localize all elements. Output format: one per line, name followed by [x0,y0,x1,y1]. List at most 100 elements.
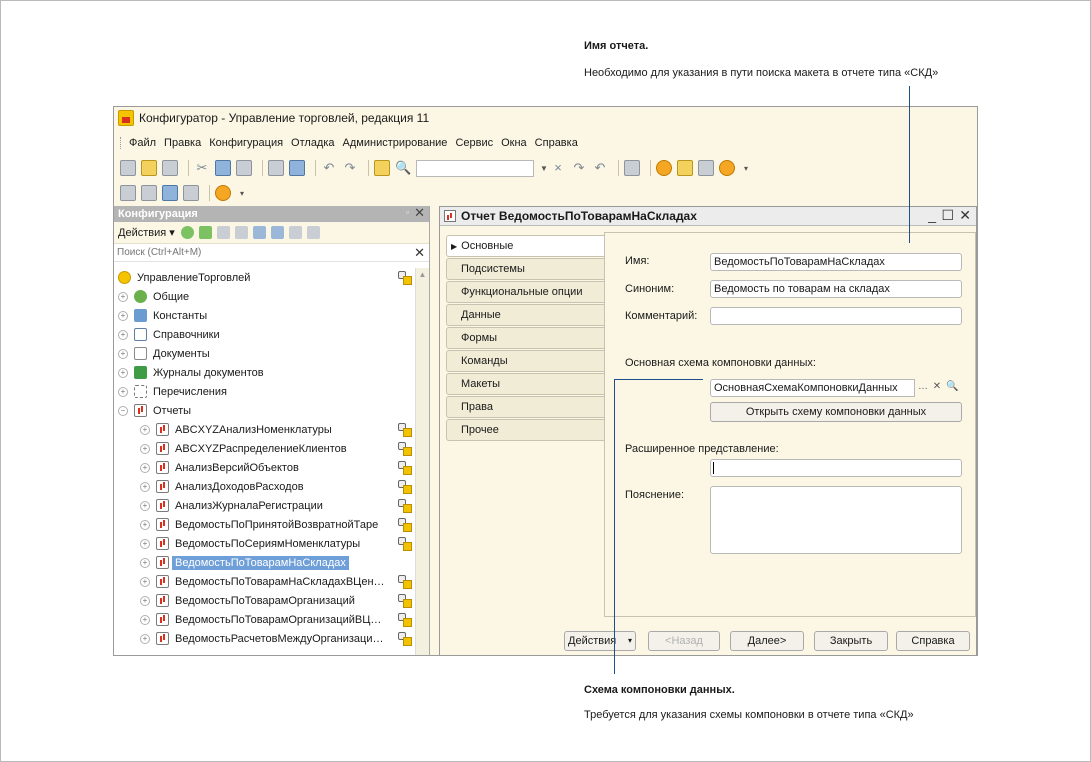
save-icon[interactable] [162,160,178,176]
synonym-field[interactable]: Ведомость по товарам на складах [710,280,962,298]
tree-item[interactable]: + ВедомостьПоТоварамОрганизацийВЦ… [114,610,416,629]
find-in-tree-icon[interactable]: 🔍 [395,160,411,176]
close-icon[interactable]: ✕ [414,206,425,221]
tree-item[interactable]: + Справочники [114,325,416,344]
toolbar-search-combo[interactable] [416,159,534,177]
print-icon[interactable] [268,160,284,176]
help-button[interactable]: Справка [896,631,970,651]
expand-icon[interactable]: + [140,481,150,492]
copy-icon[interactable] [216,226,230,239]
chevron-down-icon[interactable]: ▾ [740,160,752,177]
comment-field[interactable] [710,307,962,325]
find-next-icon[interactable]: ↷ [571,160,587,176]
chevron-down-icon[interactable]: ▼ [538,160,550,177]
tree-item[interactable]: + ABCXYZАнализНоменклатуры [114,420,416,439]
pin-icon[interactable]: ▫ [406,207,409,217]
tree-item[interactable]: + АнализДоходовРасходов [114,477,416,496]
wizard-icon[interactable] [656,160,672,176]
tab-functional-options[interactable]: Функциональные опции [446,281,604,303]
menu-help[interactable]: Справка [535,137,578,149]
help-search-icon[interactable] [677,160,693,176]
search-icon[interactable]: 🔍 [946,379,958,397]
expand-icon[interactable]: + [140,557,150,568]
tree-scrollbar[interactable]: ▲ [415,268,429,655]
menu-configuration[interactable]: Конфигурация [209,137,283,149]
expand-icon[interactable]: + [140,462,150,473]
back-button[interactable]: <Назад [648,631,720,651]
extended-presentation-field[interactable] [710,459,962,477]
filter-icon[interactable] [306,226,320,239]
expand-icon[interactable]: + [118,348,128,359]
tab-forms[interactable]: Формы [446,327,604,349]
new-icon[interactable] [120,160,136,176]
tab-rights[interactable]: Права [446,396,604,418]
maximize-icon[interactable]: ☐ [941,207,954,224]
info-icon[interactable] [719,160,735,176]
name-field[interactable]: ВедомостьПоТоварамНаСкладах [710,253,962,271]
tree-item[interactable]: + ABCXYZРаспределениеКлиентов [114,439,416,458]
tab-data[interactable]: Данные [446,304,604,326]
help-book-icon[interactable] [698,160,714,176]
expand-icon[interactable]: + [140,443,150,454]
undo-icon[interactable]: ↶ [321,160,337,176]
menu-file[interactable]: Файл [129,137,156,149]
move-down-icon[interactable] [270,226,284,239]
actions-button[interactable]: Действия ▾ [564,631,636,651]
find-prev-icon[interactable]: ↶ [592,160,608,176]
close-button[interactable]: Закрыть [814,631,888,651]
expand-icon[interactable]: + [118,310,128,321]
select-dots-icon[interactable]: … [917,379,929,397]
expand-icon[interactable]: + [118,329,128,340]
calc-icon[interactable] [141,185,157,201]
move-up-icon[interactable] [252,226,266,239]
scroll-up-icon[interactable]: ▲ [416,270,429,279]
configuration-search-input[interactable] [114,247,404,258]
tree-item[interactable]: + Константы [114,306,416,325]
tree-item[interactable]: + Перечисления [114,382,416,401]
tab-other[interactable]: Прочее [446,419,604,441]
add-icon[interactable] [180,226,194,239]
table-icon[interactable] [183,185,199,201]
close-icon[interactable]: ✕ [959,207,971,224]
next-button[interactable]: Далее> [730,631,804,651]
open-dcs-button[interactable]: Открыть схему компоновки данных [710,402,962,422]
paste-icon[interactable] [236,160,252,176]
tree-item[interactable]: − Отчеты [114,401,416,420]
edit-icon[interactable] [198,226,212,239]
expand-icon[interactable]: + [118,367,128,378]
expand-icon[interactable]: + [118,291,128,302]
expand-icon[interactable]: + [140,424,150,435]
clear-icon[interactable]: ✕ [931,379,943,397]
actions-menu-button[interactable]: Действия ▾ [118,226,175,239]
tab-commands[interactable]: Команды [446,350,604,372]
tree-item[interactable]: + Общие [114,287,416,306]
tab-main[interactable]: ▶ Основные [446,235,604,257]
tree-item[interactable]: УправлениеТорговлей [114,268,416,287]
tab-subsystems[interactable]: Подсистемы [446,258,604,280]
explanation-field[interactable] [710,486,962,554]
clear-search-icon[interactable]: ✕ [414,245,425,261]
find-icon[interactable] [374,160,390,176]
tree-item[interactable]: + АнализЖурналаРегистрации [114,496,416,515]
menu-service[interactable]: Сервис [455,137,493,149]
minimize-icon[interactable]: _ [928,207,936,223]
copy-icon[interactable] [215,160,231,176]
menu-administration[interactable]: Администрирование [343,137,448,149]
module-icon[interactable] [120,185,136,201]
tree-item[interactable]: + Журналы документов [114,363,416,382]
tree-item[interactable]: + ВедомостьПоТоварамНаСкладахВЦен… [114,572,416,591]
preview-icon[interactable] [289,160,305,176]
tree-item[interactable]: + ВедомостьПоСериямНоменклатуры [114,534,416,553]
tree-item[interactable]: + ВедомостьПоТоварамНаСкладах [114,553,416,572]
clear-search-icon[interactable]: × [550,160,566,176]
run-icon[interactable] [215,185,231,201]
expand-icon[interactable]: + [118,386,128,397]
tree-item[interactable]: + ВедомостьРасчетовМеждуОрганизаци… [114,629,416,648]
expand-icon[interactable]: + [140,500,150,511]
tree-item[interactable]: + АнализВерсийОбъектов [114,458,416,477]
expand-icon[interactable]: + [140,576,150,587]
menu-windows[interactable]: Окна [501,137,527,149]
expand-icon[interactable]: + [140,614,150,625]
expand-icon[interactable]: + [140,519,150,530]
expand-icon[interactable]: + [140,538,150,549]
